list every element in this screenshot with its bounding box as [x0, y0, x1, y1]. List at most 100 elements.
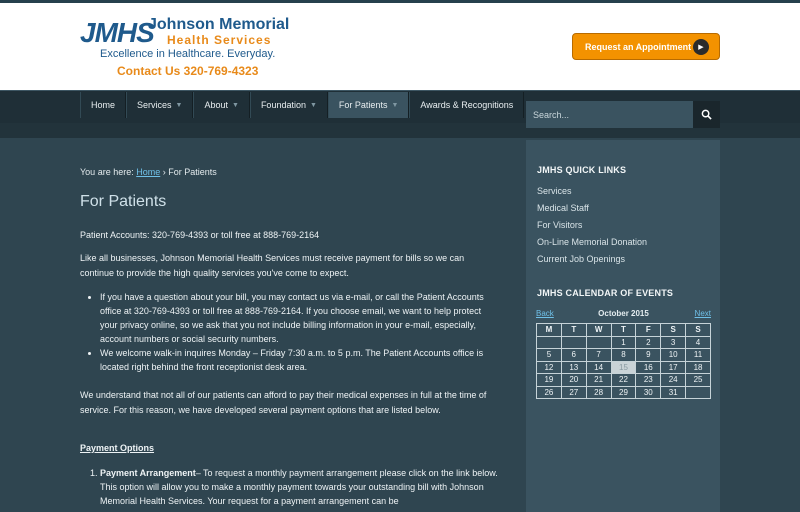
calendar-day[interactable]: 5 — [536, 348, 562, 362]
calendar-day — [536, 335, 562, 349]
billing-info-list: If you have a question about your bill, … — [80, 290, 500, 374]
calendar-day[interactable]: 30 — [635, 385, 662, 399]
chevron-down-icon: ▼ — [232, 101, 239, 109]
nav-item-about[interactable]: About ▼ — [193, 92, 250, 118]
breadcrumb: You are here: Home › For Patients — [80, 167, 217, 177]
search-box — [526, 101, 720, 128]
nav-item-label: About — [204, 100, 228, 110]
quick-link[interactable]: Medical Staff — [537, 203, 589, 213]
calendar-day[interactable]: 22 — [610, 373, 637, 387]
chevron-down-icon: ▼ — [175, 101, 183, 109]
calendar-month: October 2015 — [598, 309, 649, 318]
payment-arrangement-title: Payment Arrangement — [100, 468, 196, 478]
calendar-day[interactable]: 7 — [585, 348, 612, 362]
calendar-day — [560, 335, 587, 349]
request-appointment-label: Request an Appointment — [585, 41, 692, 52]
tagline: Excellence in Healthcare. Everyday. — [100, 48, 276, 60]
quick-link[interactable]: On-Line Memorial Donation — [537, 237, 647, 247]
calendar-day[interactable]: 3 — [660, 335, 687, 349]
calendar-title: JMHS CALENDAR OF EVENTS — [537, 288, 674, 298]
nav-item-foundation[interactable]: Foundation ▼ — [249, 92, 328, 118]
calendar-day[interactable]: 11 — [685, 348, 711, 362]
calendar-day[interactable]: 4 — [685, 335, 711, 349]
calendar-day[interactable]: 8 — [610, 348, 637, 362]
patient-accounts-line: Patient Accounts: 320-769-4393 or toll f… — [80, 230, 320, 240]
nav-item-services[interactable]: Services ▼ — [126, 92, 194, 118]
nav-item-awards-recognitions[interactable]: Awards & Recognitions — [409, 92, 525, 118]
calendar-day[interactable]: 26 — [536, 385, 562, 399]
breadcrumb-separator: › — [162, 167, 166, 177]
calendar-day[interactable]: 12 — [536, 360, 562, 374]
nav-item-label: Foundation — [260, 100, 306, 110]
calendar-day[interactable]: 21 — [585, 373, 612, 387]
nav-item-label: Awards & Recognitions — [420, 100, 514, 110]
list-item: If you have a question about your bill, … — [100, 290, 500, 346]
calendar-day[interactable]: 16 — [635, 360, 662, 374]
nav-item-label: Services — [137, 100, 172, 110]
calendar-weekday: S — [660, 323, 687, 337]
calendar-day[interactable]: 15 — [610, 360, 637, 374]
calendar-day[interactable]: 20 — [560, 373, 587, 387]
quick-link[interactable]: Current Job Openings — [537, 254, 625, 264]
breadcrumb-prefix: You are here: — [80, 167, 134, 177]
calendar-day[interactable]: 1 — [610, 335, 637, 349]
calendar-day[interactable]: 9 — [635, 348, 662, 362]
calendar-day[interactable]: 14 — [585, 360, 612, 374]
calendar-day[interactable]: 18 — [685, 360, 711, 374]
nav-item-home[interactable]: Home — [80, 92, 127, 118]
calendar-weekday: M — [536, 323, 562, 337]
calendar-prev-link[interactable]: Back — [536, 309, 554, 318]
payment-options-list: Payment Arrangement– To request a monthl… — [80, 466, 500, 508]
nav-item-label: For Patients — [338, 100, 388, 110]
nav-item-label: Home — [91, 100, 116, 110]
main-nav: Home Services ▼ About ▼ Foundation ▼ For Patien… — [80, 92, 525, 118]
calendar-weekday: W — [585, 323, 612, 337]
calendar-day — [585, 335, 612, 349]
list-item: Payment Arrangement– To request a monthl… — [100, 466, 500, 508]
list-item: We welcome walk-in inquires Monday – Fri… — [100, 346, 500, 374]
calendar-weekday: T — [560, 323, 587, 337]
logo-org-sub: Health Services — [167, 33, 272, 47]
calendar-day[interactable]: 6 — [560, 348, 587, 362]
quick-links-title: JMHS QUICK LINKS — [537, 165, 627, 175]
calendar-grid: MTWTFSS 1 2 3 4 5 6 7 8 9 10 11 12 13 14 15 16 17 18 19 20 2… — [536, 323, 711, 399]
logo-org-name: Johnson Memorial — [148, 16, 290, 33]
page-title: For Patients — [80, 193, 167, 210]
play-arrow-icon: ▶ — [693, 39, 709, 55]
nav-item-for-patients[interactable]: For Patients ▼ — [327, 92, 410, 118]
request-appointment-button[interactable]: Request an Appointment ▶ — [572, 33, 720, 60]
calendar-day[interactable]: 27 — [560, 385, 587, 399]
quick-link[interactable]: For Visitors — [537, 220, 582, 230]
calendar-day[interactable]: 23 — [635, 373, 662, 387]
calendar-day[interactable]: 25 — [685, 373, 711, 387]
contact-phone: Contact Us 320-769-4323 — [117, 64, 259, 78]
chevron-down-icon: ▼ — [391, 101, 399, 109]
calendar-day[interactable]: 2 — [635, 335, 662, 349]
calendar-day[interactable]: 28 — [585, 385, 612, 399]
calendar-day — [685, 385, 711, 399]
breadcrumb-current: For Patients — [168, 167, 217, 177]
calendar-day[interactable]: 31 — [660, 385, 687, 399]
calendar-day[interactable]: 13 — [560, 360, 587, 374]
calendar-weekday: F — [635, 323, 662, 337]
intro-paragraph: Like all businesses, Johnson Memorial He… — [80, 253, 465, 278]
calendar-weekday: S — [685, 323, 711, 337]
calendar-day[interactable]: 17 — [660, 360, 687, 374]
search-input[interactable] — [526, 101, 693, 128]
email-link[interactable]: e-mail — [346, 292, 371, 302]
calendar-day[interactable]: 19 — [536, 373, 562, 387]
calendar-next-link[interactable]: Next — [695, 309, 711, 318]
site-header: JMHS Johnson Memorial Health Services Ex… — [0, 3, 800, 90]
chevron-down-icon: ▼ — [309, 101, 317, 109]
quick-link[interactable]: Services — [537, 186, 572, 196]
logo[interactable]: JMHS — [80, 17, 155, 49]
calendar-day[interactable]: 29 — [610, 385, 637, 399]
breadcrumb-home-link[interactable]: Home — [136, 167, 160, 177]
payment-options-heading: Payment Options — [80, 443, 155, 453]
calendar-day[interactable]: 10 — [660, 348, 687, 362]
calendar-weekday: T — [610, 323, 637, 337]
search-button[interactable] — [693, 101, 720, 128]
payment-intro-paragraph: We understand that not all of our patien… — [80, 390, 487, 415]
events-calendar: October 2015 Back Next MTWTFSS 123456789… — [536, 309, 711, 399]
calendar-day[interactable]: 24 — [660, 373, 687, 387]
